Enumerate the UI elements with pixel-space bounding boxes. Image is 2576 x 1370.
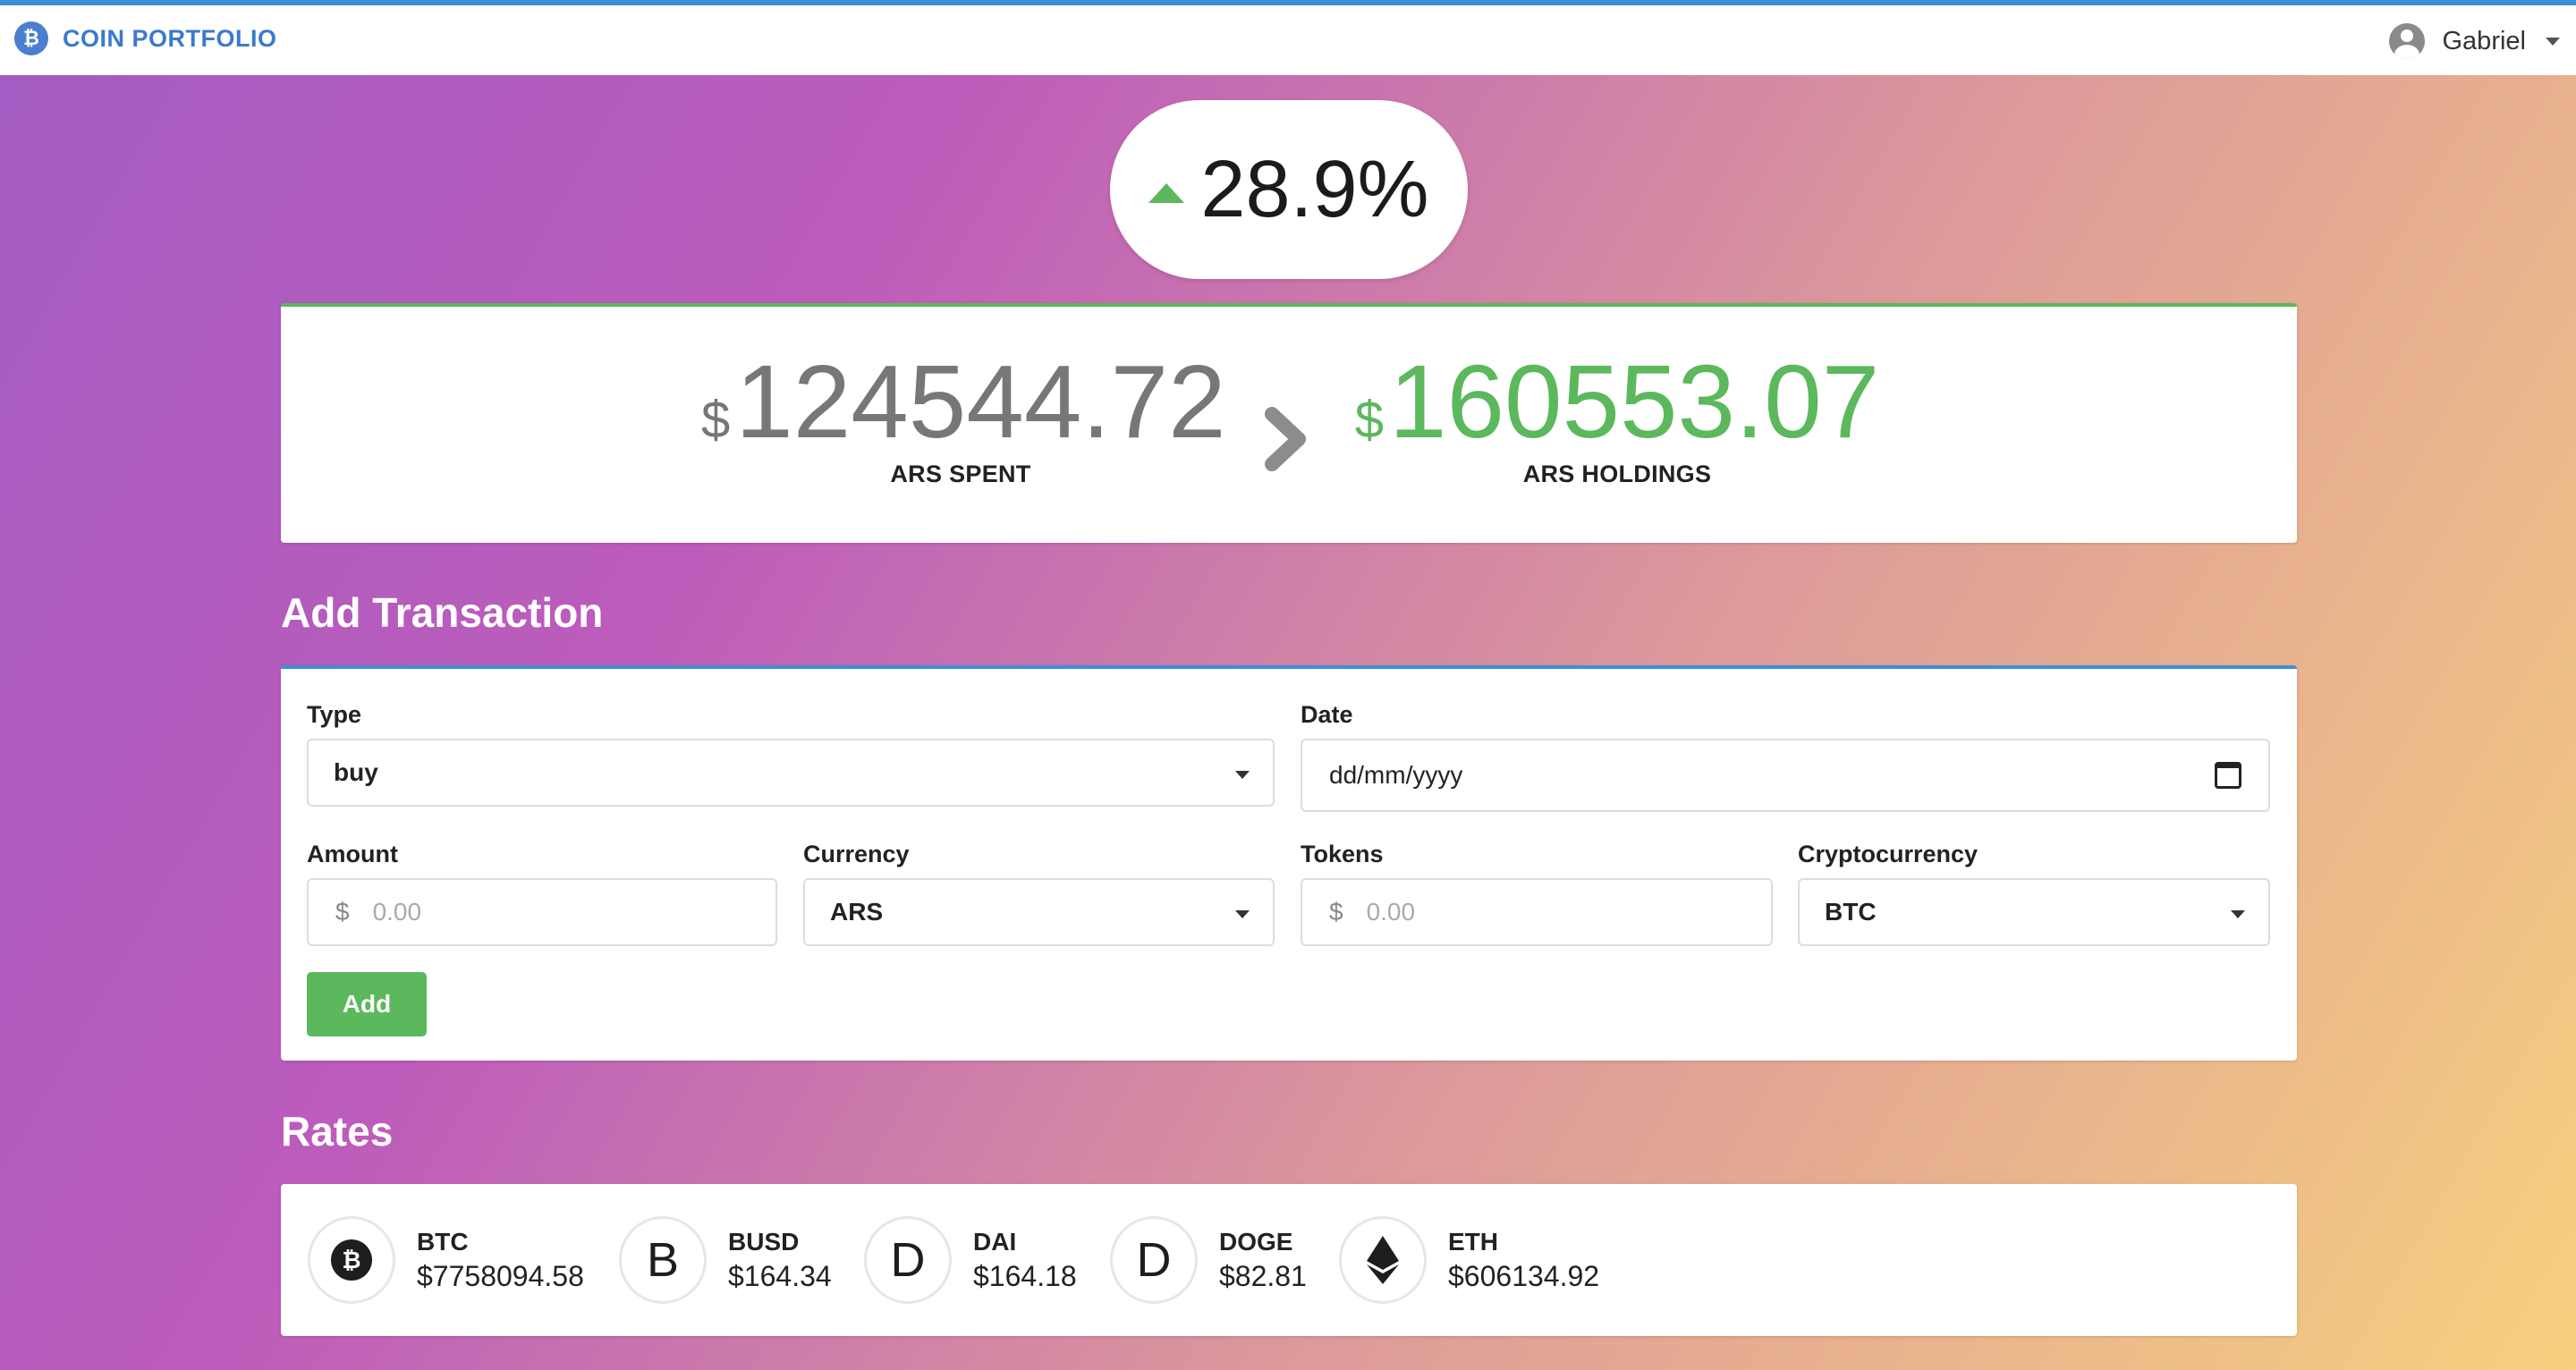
performance-badge: 28.9% xyxy=(1110,100,1468,279)
rates-card: ₿ BTC $7758094.58 B BUSD $164.34 D DAI $… xyxy=(281,1184,2297,1336)
rate-value: $606134.92 xyxy=(1448,1259,1600,1292)
bitcoin-icon: ₿ xyxy=(14,21,48,55)
type-value: buy xyxy=(334,758,378,786)
rate-item-btc: ₿ BTC $7758094.58 xyxy=(308,1216,584,1304)
dai-letter-icon: D xyxy=(864,1216,952,1304)
holdings-currency-symbol: $ xyxy=(1354,391,1384,449)
rate-symbol: DOGE xyxy=(1219,1227,1293,1256)
type-select[interactable]: buy xyxy=(307,739,1275,807)
rate-symbol: BUSD xyxy=(728,1227,800,1256)
date-placeholder: dd/mm/yyyy xyxy=(1329,761,1463,789)
spent-currency-symbol: $ xyxy=(701,391,731,449)
holdings-label: ARS HOLDINGS xyxy=(1522,461,1712,487)
chevron-down-icon xyxy=(2546,37,2560,46)
busd-letter-icon: B xyxy=(619,1216,707,1304)
tokens-input[interactable]: $ 0.00 xyxy=(1301,878,1773,946)
user-menu[interactable]: Gabriel xyxy=(2388,21,2560,61)
currency-label: Currency xyxy=(803,841,910,867)
cryptocurrency-label: Cryptocurrency xyxy=(1798,841,1979,867)
cryptocurrency-select[interactable]: BTC xyxy=(1798,878,2270,946)
currency-select[interactable]: ARS xyxy=(803,878,1275,946)
brand-link[interactable]: ₿ COIN PORTFOLIO xyxy=(14,20,277,57)
rate-item-busd: B BUSD $164.34 xyxy=(619,1216,832,1304)
spent-label: ARS SPENT xyxy=(890,461,1031,487)
rate-symbol: DAI xyxy=(973,1227,1017,1256)
add-button[interactable]: Add xyxy=(307,972,427,1036)
doge-letter-icon: D xyxy=(1110,1216,1198,1304)
bitcoin-icon: ₿ xyxy=(308,1216,395,1304)
tokens-placeholder: 0.00 xyxy=(1366,898,1416,926)
cryptocurrency-value: BTC xyxy=(1825,898,1877,926)
rate-value: $7758094.58 xyxy=(417,1259,584,1292)
add-transaction-form: Type buy Date dd/mm/yyyy Amount $ 0.00 C… xyxy=(281,665,2297,1061)
top-navbar: ₿ COIN PORTFOLIO Gabriel xyxy=(0,0,2576,75)
rate-item-doge: D DOGE $82.81 xyxy=(1110,1216,1307,1304)
rate-symbol: BTC xyxy=(417,1227,469,1256)
rates-title: Rates xyxy=(281,1108,394,1154)
type-label: Type xyxy=(307,701,362,728)
holdings-value: 160553.07 xyxy=(1388,343,1880,460)
spent-stat: $124544.72 ARS SPENT xyxy=(701,350,1226,488)
amount-placeholder: 0.00 xyxy=(372,898,422,926)
add-transaction-title: Add Transaction xyxy=(281,589,604,636)
chevron-down-icon xyxy=(2231,910,2245,918)
date-input[interactable]: dd/mm/yyyy xyxy=(1301,739,2270,812)
chevron-right-icon xyxy=(1265,407,1306,471)
tokens-prefix: $ xyxy=(1329,898,1343,926)
rate-item-dai: D DAI $164.18 xyxy=(864,1216,1077,1304)
spent-value: 124544.72 xyxy=(735,343,1226,460)
svg-text:₿: ₿ xyxy=(342,1247,360,1274)
currency-value: ARS xyxy=(830,898,884,926)
summary-card: $124544.72 ARS SPENT $160553.07 ARS HOLD… xyxy=(281,303,2297,543)
rate-symbol: ETH xyxy=(1448,1227,1498,1256)
amount-label: Amount xyxy=(307,841,398,867)
chevron-down-icon xyxy=(1235,910,1250,918)
caret-up-icon xyxy=(1148,183,1185,203)
calendar-icon[interactable] xyxy=(2215,762,2241,789)
amount-input[interactable]: $ 0.00 xyxy=(307,878,777,946)
rate-item-eth: ETH $606134.92 xyxy=(1339,1216,1599,1304)
performance-change: 28.9% xyxy=(1200,144,1429,234)
rate-value: $164.34 xyxy=(728,1259,832,1292)
chevron-down-icon xyxy=(1235,771,1250,779)
rate-value: $164.18 xyxy=(973,1259,1077,1292)
tokens-label: Tokens xyxy=(1301,841,1384,867)
amount-prefix: $ xyxy=(335,898,350,926)
date-label: Date xyxy=(1301,701,1353,728)
holdings-stat: $160553.07 ARS HOLDINGS xyxy=(1349,350,1885,488)
ethereum-icon xyxy=(1339,1216,1427,1304)
user-name: Gabriel xyxy=(2442,26,2527,55)
user-avatar-icon xyxy=(2388,23,2425,59)
rate-value: $82.81 xyxy=(1219,1259,1307,1292)
brand-name: COIN PORTFOLIO xyxy=(63,24,277,52)
